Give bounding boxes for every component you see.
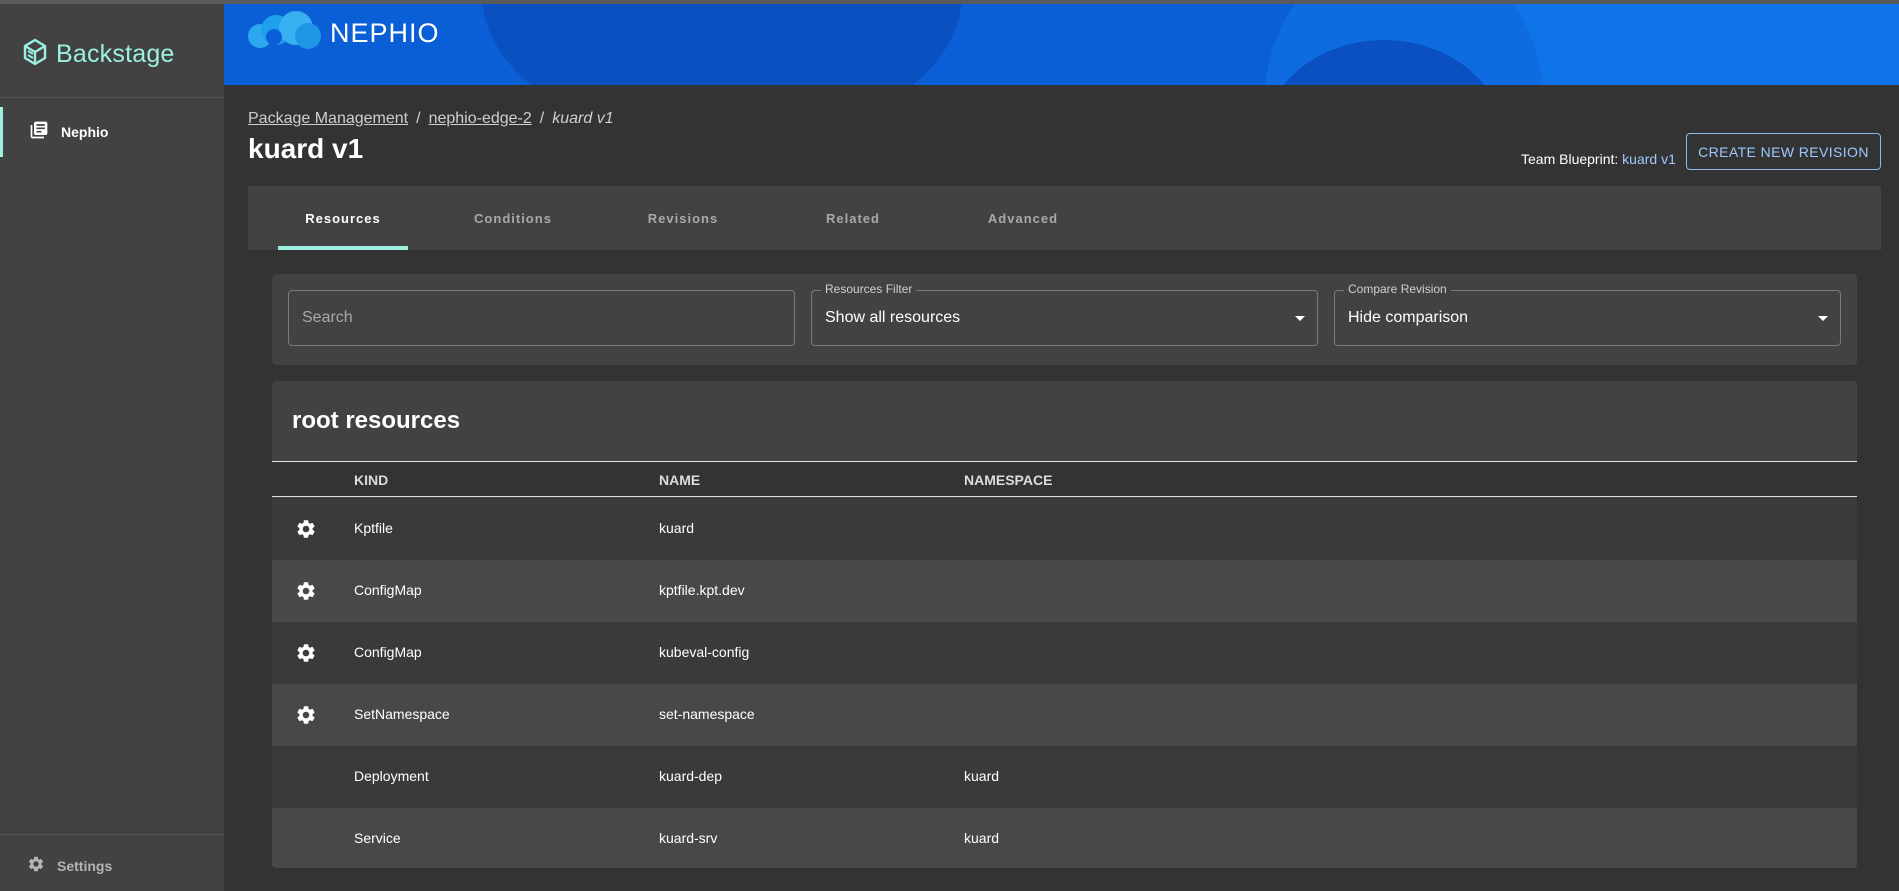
cell-name: kuard-dep	[659, 768, 723, 784]
tab-conditions[interactable]: Conditions	[448, 186, 578, 250]
table-row[interactable]: Service kuard-srv kuard	[272, 808, 1857, 868]
table-row[interactable]: ConfigMap kptfile.kpt.dev	[272, 560, 1857, 622]
create-new-revision-button[interactable]: CREATE NEW REVISION	[1686, 133, 1881, 170]
gear-icon[interactable]	[295, 704, 317, 726]
cell-name: kuard-srv	[659, 830, 718, 846]
library-books-icon	[29, 120, 49, 145]
backstage-logo[interactable]: Backstage	[22, 34, 175, 74]
table-title: root resources	[292, 407, 461, 434]
gear-icon[interactable]	[295, 642, 317, 664]
settings-label: Settings	[57, 858, 113, 874]
tab-revisions[interactable]: Revisions	[618, 186, 748, 250]
nephio-cloud-icon	[246, 8, 326, 59]
header-banner: NEPHIO	[224, 4, 1899, 85]
sidebar-bottom-divider	[0, 834, 224, 835]
cell-kind: Deployment	[354, 768, 429, 784]
breadcrumb: Package Management / nephio-edge-2 / kua…	[248, 110, 614, 128]
column-header-namespace: NAMESPACE	[964, 472, 1053, 488]
cell-kind: ConfigMap	[354, 582, 422, 598]
tab-advanced[interactable]: Advanced	[958, 186, 1088, 250]
table-row[interactable]: ConfigMap kubeval-config	[272, 622, 1857, 684]
cell-name: set-namespace	[659, 706, 755, 722]
table-row[interactable]: Deployment kuard-dep kuard	[272, 746, 1857, 808]
nephio-logo-text: NEPHIO	[330, 17, 440, 48]
cell-name: kuard	[659, 520, 695, 536]
chevron-down-icon	[1818, 316, 1828, 321]
root-resources-table: root resources KIND NAME NAMESPACE Kptfi…	[272, 381, 1857, 868]
breadcrumb-current: kuard v1	[552, 110, 614, 127]
resources-filter-label: Resources Filter	[821, 282, 917, 296]
cell-namespace: kuard	[964, 768, 1000, 784]
banner-decoration	[482, 4, 962, 85]
resources-filter-select[interactable]: Resources Filter Show all resources	[811, 282, 1318, 346]
compare-revision-label: Compare Revision	[1344, 282, 1451, 296]
page-title: kuard v1	[248, 133, 364, 164]
search-input[interactable]: Search	[288, 290, 795, 346]
breadcrumb-package-management[interactable]: Package Management	[248, 110, 408, 128]
breadcrumb-separator: /	[416, 110, 421, 127]
cell-kind: SetNamespace	[354, 706, 450, 722]
sidebar-item-settings[interactable]: Settings	[0, 846, 224, 886]
sidebar-item-nephio[interactable]: Nephio	[0, 107, 224, 157]
tab-resources[interactable]: Resources	[278, 186, 408, 250]
tab-related[interactable]: Related	[788, 186, 918, 250]
compare-revision-value: Hide comparison	[1348, 309, 1469, 326]
filters-panel: Search Resources Filter Show all resourc…	[272, 274, 1857, 365]
cell-name: kubeval-config	[659, 644, 750, 660]
sidebar: Backstage Nephio Settings	[0, 4, 224, 891]
cell-kind: Kptfile	[354, 520, 393, 536]
backstage-logo-icon	[22, 37, 48, 72]
table-row[interactable]: Kptfile kuard	[272, 498, 1857, 560]
backstage-brand-text: Backstage	[56, 39, 175, 68]
cell-name: kptfile.kpt.dev	[659, 582, 745, 598]
sidebar-item-label: Nephio	[61, 124, 109, 140]
gear-icon	[27, 855, 45, 878]
cell-namespace: kuard	[964, 830, 1000, 846]
column-header-kind: KIND	[354, 472, 389, 488]
breadcrumb-separator: /	[539, 110, 545, 127]
team-blueprint: Team Blueprint: kuard v1	[1521, 151, 1676, 167]
cell-kind: ConfigMap	[354, 644, 422, 660]
table-row[interactable]: SetNamespace set-namespace	[272, 684, 1857, 746]
column-header-name: NAME	[659, 472, 701, 488]
sidebar-divider	[0, 97, 224, 98]
team-blueprint-label: Team Blueprint:	[1521, 151, 1619, 167]
nephio-logo: NEPHIO	[246, 8, 440, 58]
resources-filter-value: Show all resources	[825, 309, 961, 326]
gear-icon[interactable]	[295, 518, 317, 540]
tab-bar: Resources Conditions Revisions Related A…	[248, 186, 1881, 250]
chevron-down-icon	[1295, 316, 1305, 321]
gear-icon[interactable]	[295, 580, 317, 602]
cell-kind: Service	[354, 830, 401, 846]
search-placeholder: Search	[302, 309, 353, 326]
team-blueprint-link[interactable]: kuard v1	[1622, 151, 1676, 167]
breadcrumb-nephio-edge-2[interactable]: nephio-edge-2	[429, 110, 532, 128]
table-header: KIND NAME NAMESPACE	[272, 461, 1857, 497]
compare-revision-select[interactable]: Compare Revision Hide comparison	[1334, 282, 1841, 346]
